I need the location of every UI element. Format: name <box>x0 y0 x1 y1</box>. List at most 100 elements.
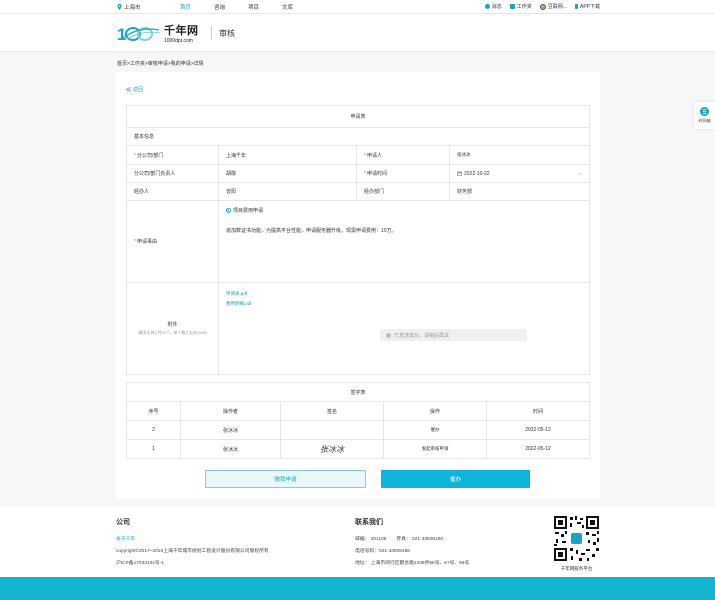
leader-value: 胡敢 <box>218 164 357 183</box>
footer: 公司 关于千年 copyright©2017~2019上海千年城市规划工程设计股… <box>0 507 715 577</box>
chevron-down-icon <box>578 172 582 175</box>
back-label: 返回 <box>133 87 144 93</box>
nav-library[interactable]: 文库 <box>282 3 316 11</box>
col-header: 时间 <box>486 401 590 421</box>
phone-icon <box>574 4 578 9</box>
file-link[interactable]: 申请表.pdf <box>226 291 582 297</box>
icp-text: 沪ICP备17033132号-1 <box>116 561 164 566</box>
row-operator: 张冰冰 <box>180 439 281 459</box>
sign-caption: 签字表 <box>126 382 590 402</box>
calendar-icon <box>457 171 462 176</box>
location-pin-icon <box>117 4 122 10</box>
row-signature <box>280 420 384 440</box>
signature-table: 签字表 序号 操作者 签名 操作 时间 2 张冰冰 催办 2022-05-12 … <box>126 382 590 459</box>
workbench-label: 工作夹 <box>516 4 532 10</box>
postcode: 邮编： 201106 <box>355 537 387 542</box>
footer-contact-heading: 联系我们 <box>355 519 383 526</box>
timeline-tab[interactable]: 时间轴 <box>694 102 715 129</box>
company-label: *分公司/部门 <box>126 145 219 165</box>
location-selector[interactable]: 上海市 <box>117 3 141 11</box>
site-header: 1 千年网 1000dpt.com 审核 <box>0 14 715 52</box>
toast-message: 已发送成功，请稍后再试 <box>380 329 527 341</box>
toast-text: 已发送成功，请稍后再试 <box>394 332 450 339</box>
basic-info-heading: 基本信息 <box>125 127 591 146</box>
row-operator: 张冰冰 <box>180 420 281 440</box>
messages-link[interactable]: 消息 <box>484 3 502 10</box>
header-divider <box>211 26 212 40</box>
qr-caption: 千年网服务平台 <box>560 566 593 571</box>
col-header: 签名 <box>280 401 384 421</box>
app-download-label: APP下载 <box>579 4 600 10</box>
top-bar: 上海市 首页 咨询 项目 文库 消息 工作夹 豆联网... APP下载 <box>0 0 715 14</box>
user-menu[interactable]: 豆联网... <box>539 3 567 10</box>
timeline-label: 时间轴 <box>698 118 711 123</box>
handler-dept-label: 经办部门 <box>356 182 450 201</box>
top-right-links: 消息 工作夹 豆联网... APP下载 <box>484 3 600 10</box>
workbench-link[interactable]: 工作夹 <box>509 3 532 10</box>
attach-label-cell: 附件 (最多支持上传10个，单个最大支持200M) <box>126 282 219 375</box>
folder-icon <box>509 4 515 9</box>
handler-dept-value: 财务部 <box>448 182 591 201</box>
timeline-icon <box>700 107 709 116</box>
fax: 传真： 021-33508160 <box>396 537 444 542</box>
copyright-text: copyright©2017~2019上海千年城市规划工程设计股份有限公司版权所… <box>116 549 269 554</box>
urge-button[interactable]: 催办 <box>381 470 530 488</box>
reason-label: *申请事由 <box>126 200 219 283</box>
nav-consult[interactable]: 咨询 <box>214 3 248 11</box>
avatar <box>539 3 546 10</box>
leader-label: 分公司/部门负责人 <box>126 164 219 183</box>
logo-text: 千年网 1000dpt.com <box>164 22 199 44</box>
about-link[interactable]: 关于千年 <box>116 535 269 542</box>
address: 地址： 上海市闵行区都会路2338弄66号、67号、94号 <box>355 561 470 566</box>
col-header: 操作者 <box>180 401 281 421</box>
date-picker[interactable]: 2022-10-22 <box>448 164 591 183</box>
logo-url: 1000dpt.com <box>164 38 193 44</box>
handler-label: 经办人 <box>126 182 219 201</box>
row-time: 2022-05-12 <box>486 420 590 440</box>
revoke-button[interactable]: 撤销申请 <box>205 470 366 488</box>
applicant-label: *申请人 <box>356 145 450 165</box>
reason-cell: 项目费用申请 追加数证书功能，为提高平台性能，申请服务器升级，现需申请费用：10… <box>217 200 591 283</box>
detail-card: 返回 申请表 基本信息 *分公司/部门 上海千年 *申请人 张冰冰 分公司/部门… <box>116 72 600 499</box>
logo-title: 千年网 <box>164 25 199 37</box>
qr-code <box>553 515 600 562</box>
nav-home[interactable]: 首页 <box>180 3 214 11</box>
breadcrumb[interactable]: 首页>工作夹>审核申请>我的申请>详情 <box>117 60 204 67</box>
date-value: 2022-10-22 <box>464 170 490 177</box>
handler-value: 曾阳 <box>218 182 357 201</box>
footer-contact: 联系我们 邮编： 201106 传真： 021-33508160 电话号码：021… <box>355 517 469 566</box>
handwritten-signature: 张冰冰 <box>280 439 384 459</box>
bottom-bar <box>0 577 715 600</box>
footer-company: 公司 关于千年 copyright©2017~2019上海千年城市规划工程设计股… <box>116 517 269 566</box>
col-header: 操作 <box>383 401 487 421</box>
row-time: 2022-05-12 <box>486 439 590 459</box>
user-name: 豆联网... <box>547 4 567 10</box>
app-download-link[interactable]: APP下载 <box>574 3 600 10</box>
company-value: 上海千年 <box>218 145 357 165</box>
form-caption: 申请表 <box>125 105 591 128</box>
row-no: 2 <box>126 420 181 440</box>
logo-mark-icon: 1 <box>117 25 161 44</box>
nav-projects[interactable]: 项目 <box>248 3 282 11</box>
applicant-value: 张冰冰 <box>448 145 591 165</box>
info-icon <box>386 332 391 338</box>
message-icon <box>484 4 490 9</box>
attach-hint: (最多支持上传10个，单个最大支持200M) <box>137 331 208 335</box>
row-action: 催办 <box>383 420 487 440</box>
site-logo[interactable]: 1 千年网 1000dpt.com <box>117 22 199 44</box>
time-label: *申请时间 <box>356 164 450 183</box>
contact-line: 邮编： 201106 传真： 021-33508160 <box>355 535 469 542</box>
table-row: 1 张冰冰 张冰冰 发起审核申请 2022-05-12 <box>126 439 590 459</box>
back-button[interactable]: 返回 <box>126 86 143 93</box>
file-link[interactable]: 费用明细.pdf <box>226 301 582 307</box>
phone: 电话号码：021-33508186 <box>355 549 410 554</box>
location-label: 上海市 <box>124 5 141 11</box>
reason-type-option[interactable]: 项目费用申请 <box>226 207 582 214</box>
table-row: 2 张冰冰 催办 2022-05-12 <box>126 420 590 440</box>
row-action: 发起审核申请 <box>383 439 487 459</box>
footer-company-heading: 公司 <box>116 519 130 526</box>
reason-text: 追加数证书功能，为提高平台性能，申请服务器升级，现需申请费用：10万。 <box>226 228 397 234</box>
col-header: 序号 <box>126 401 181 421</box>
reason-type-label: 项目费用申请 <box>233 208 264 214</box>
messages-label: 消息 <box>491 4 502 10</box>
